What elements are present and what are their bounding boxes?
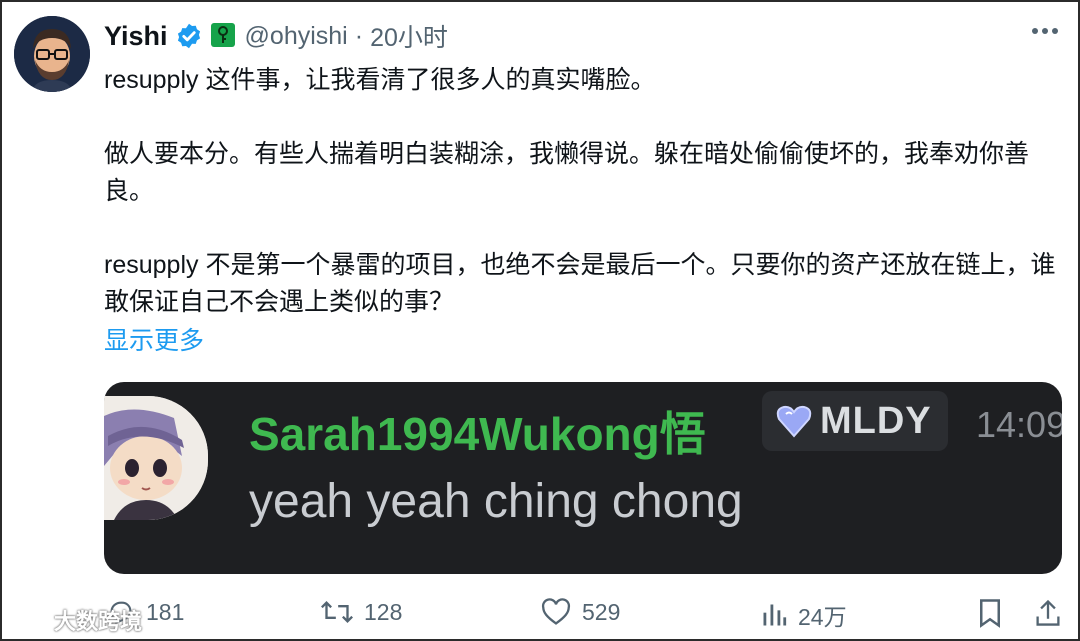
embed-time: 14:09	[976, 404, 1062, 445]
like-button[interactable]: 529	[540, 598, 620, 626]
show-more-link[interactable]: 显示更多	[104, 321, 204, 357]
repost-count: 128	[364, 598, 403, 625]
repost-icon	[321, 601, 353, 623]
embed-role-tag: MLDY	[762, 391, 948, 451]
watermark: 大数跨境	[10, 604, 142, 636]
key-badge-icon[interactable]	[210, 22, 238, 50]
embed-message: yeah yeah ching chong	[249, 475, 743, 528]
like-icon	[541, 598, 571, 625]
bookmark-button[interactable]	[977, 598, 1003, 628]
watermark-logo-icon	[12, 611, 49, 630]
more-icon[interactable]	[1032, 28, 1058, 34]
avatar-illustration	[14, 16, 90, 92]
verified-badge-icon[interactable]	[175, 22, 203, 50]
views-icon	[763, 604, 787, 626]
author-name[interactable]: Yishi	[104, 21, 168, 52]
repost-button[interactable]: 128	[320, 598, 402, 626]
bookmark-icon	[980, 599, 1000, 628]
tweet-text: resupply 这件事，让我看清了很多人的真实嘴脸。 做人要本分。有些人揣着明…	[104, 62, 1064, 321]
reply-count: 181	[146, 598, 185, 625]
embed-tag-label: MLDY	[820, 399, 932, 442]
watermark-text: 大数跨境	[54, 609, 143, 634]
share-button[interactable]	[1034, 598, 1062, 628]
action-bar: 181 128 529 24万	[2, 598, 1080, 638]
tweet-paragraph: resupply 这件事，让我看清了很多人的真实嘴脸。	[104, 66, 656, 94]
views-count: 24万	[798, 604, 847, 630]
heart-gem-icon	[776, 405, 812, 438]
embed-user-avatar	[104, 396, 208, 520]
tweet-time[interactable]: 20小时	[370, 18, 448, 54]
tweet-paragraph: resupply 不是第一个暴雷的项目，也绝不会是最后一个。只要你的资产还放在链…	[104, 251, 1056, 316]
tweet-card: Yishi @ohyishi · 20小时 resupply 这件事，让我看清了…	[0, 0, 1080, 641]
embed-username: Sarah1994Wukong悟	[249, 408, 706, 460]
share-icon	[1036, 599, 1060, 626]
separator-dot: ·	[354, 21, 364, 50]
tweet-header: Yishi @ohyishi · 20小时	[104, 18, 448, 54]
like-count: 529	[582, 598, 621, 625]
media-card[interactable]: Sarah1994Wukong悟 MLDY 14:09 yeah yeah ch…	[104, 382, 1062, 574]
author-handle[interactable]: @ohyishi	[245, 22, 348, 51]
views-button[interactable]: 24万	[760, 598, 847, 632]
tweet-paragraph: 做人要本分。有些人揣着明白装糊涂，我懒得说。躲在暗处偷偷使坏的，我奉劝你善良。	[104, 140, 1030, 205]
author-avatar[interactable]	[14, 16, 90, 92]
